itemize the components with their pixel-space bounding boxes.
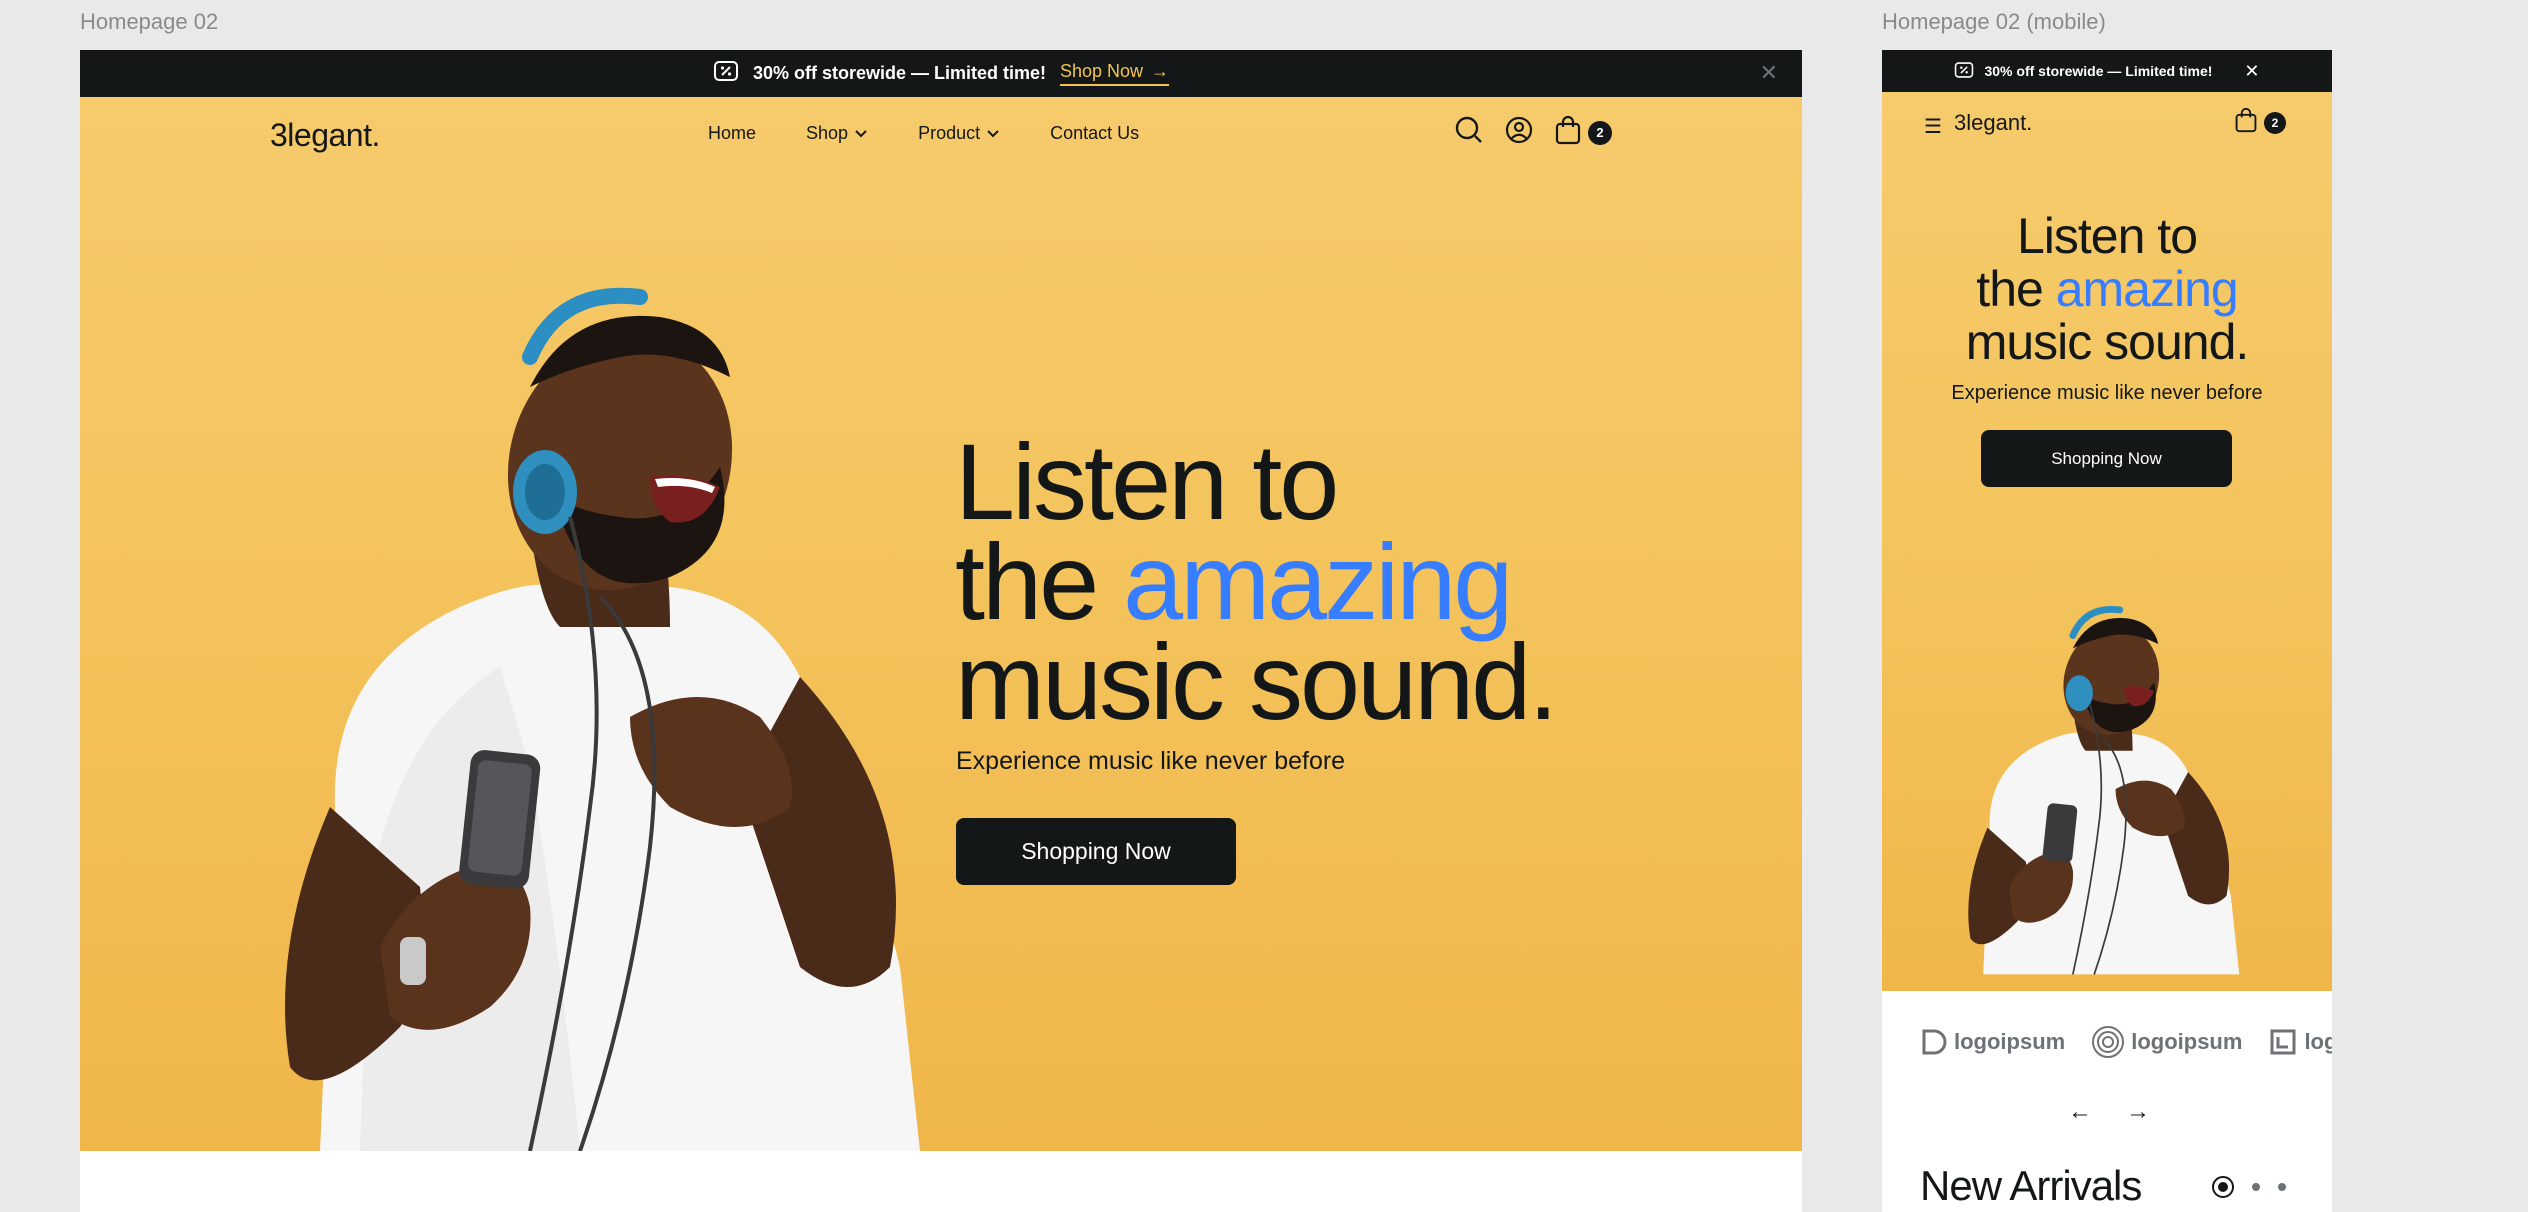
promo-text: 30% off storewide — Limited time!: [752, 63, 1046, 83]
nav-item-label: Contact Us: [1050, 123, 1140, 143]
cart-count-badge: 2: [1588, 120, 1612, 145]
navbar: 3legant. Home Shop Product Contact Us 2: [80, 97, 1802, 169]
chevron-down-icon: [854, 129, 868, 139]
mobile-navbar: ☰ 3legant. 2: [1882, 92, 2332, 156]
brand-logo[interactable]: 3legant.: [270, 117, 380, 154]
hero-line-1: Listen to: [955, 421, 1339, 542]
brand-logo-strip: logoipsum logoipsum logoi: [1920, 1025, 2332, 1059]
hero-line-1: Listen to: [2016, 208, 2198, 264]
carousel-dot[interactable]: [2252, 1183, 2260, 1191]
nav-item-product[interactable]: Product: [918, 123, 1000, 144]
partner-logo: logoipsum: [2091, 1025, 2242, 1059]
carousel-arrows: ← →: [2068, 1098, 2150, 1126]
hero-line-3: music sound.: [955, 621, 1558, 742]
nav-item-label: Product: [918, 123, 981, 143]
desktop-frame: 30% off storewide — Limited time! Shop N…: [80, 50, 1802, 1212]
mobile-hero-model-image: [1968, 605, 2240, 975]
hero-section: 3legant. Home Shop Product Contact Us 2: [80, 97, 1802, 1151]
desktop-frame-label: Homepage 02: [80, 9, 219, 34]
ticket-percent-icon: [713, 60, 739, 87]
mobile-promo-bar: 30% off storewide — Limited time! ✕: [1882, 50, 2332, 92]
partner-logo: logoipsum: [1920, 1027, 2065, 1057]
partner-logo-label: logoi: [2304, 1029, 2332, 1054]
hero-line-3: music sound.: [1965, 314, 2250, 370]
mobile-cart-button[interactable]: 2: [2234, 107, 2286, 138]
mobile-frame: 30% off storewide — Limited time! ✕ ☰ 3l…: [1882, 50, 2332, 1212]
nav-item-label: Home: [708, 123, 757, 143]
nav-item-label: Shop: [806, 123, 849, 143]
partner-logo-label: logoipsum: [1954, 1029, 2066, 1054]
cart-button[interactable]: 2: [1554, 115, 1612, 150]
nav-item-home[interactable]: Home: [708, 123, 756, 144]
close-icon[interactable]: ✕: [2244, 61, 2259, 82]
hero-subtitle: Experience music like never before: [956, 747, 1346, 775]
carousel-dot[interactable]: [2278, 1183, 2286, 1191]
hero-model-image: [285, 287, 920, 1151]
mobile-brand-logo[interactable]: 3legant.: [1954, 110, 2032, 136]
carousel-dots: [2212, 1176, 2286, 1198]
nav-item-shop[interactable]: Shop: [806, 123, 868, 144]
mobile-promo-text: 30% off storewide — Limited time!: [1984, 63, 2213, 79]
shopping-bag-icon: [2234, 107, 2258, 138]
mobile-hero-headline: Listen to the amazing music sound.: [1882, 210, 2332, 369]
arrow-left-icon[interactable]: ←: [2068, 1098, 2092, 1126]
promo-shop-label: Shop Now: [1059, 61, 1144, 81]
partner-logo: logoi: [2268, 1027, 2332, 1057]
hero-accent-word: amazing: [2055, 261, 2239, 317]
arrow-right-icon: →: [1151, 61, 1170, 81]
mobile-hero-subtitle: Experience music like never before: [1951, 382, 2263, 404]
shopping-bag-icon: [1554, 115, 1582, 150]
user-icon[interactable]: [1504, 115, 1534, 150]
nav-item-contact[interactable]: Contact Us: [1050, 123, 1139, 144]
hero-line-2-prefix: the: [1976, 261, 2056, 317]
nav-icons: 2: [1454, 115, 1612, 150]
partner-logo-label: logoipsum: [2131, 1029, 2243, 1054]
cart-count-badge: 2: [2264, 111, 2286, 134]
menu-icon[interactable]: ☰: [1924, 114, 1942, 139]
hero-line-2: the amazing: [1882, 263, 2332, 316]
promo-shop-link[interactable]: Shop Now →: [1059, 61, 1170, 86]
arrow-right-icon[interactable]: →: [2126, 1098, 2150, 1126]
mobile-hero-section: ☰ 3legant. 2 Listen to the amazing music…: [1882, 92, 2332, 991]
ticket-percent-icon: [1954, 61, 1974, 82]
hero-line-2: the amazing: [955, 528, 1715, 636]
chevron-down-icon: [986, 129, 1000, 139]
mobile-shopping-now-button[interactable]: Shopping Now: [1981, 430, 2232, 487]
search-icon[interactable]: [1454, 115, 1484, 150]
carousel-dot-active[interactable]: [2212, 1176, 2234, 1198]
nav-menu: Home Shop Product Contact Us: [708, 123, 1139, 144]
close-icon[interactable]: ✕: [1760, 60, 1778, 86]
shopping-now-button[interactable]: Shopping Now: [956, 818, 1236, 885]
promo-bar: 30% off storewide — Limited time! Shop N…: [80, 50, 1802, 97]
mobile-frame-label: Homepage 02 (mobile): [1882, 9, 2106, 34]
hero-headline: Listen to the amazing music sound.: [955, 421, 1715, 742]
new-arrivals-title: New Arrivals: [1920, 1162, 2142, 1209]
